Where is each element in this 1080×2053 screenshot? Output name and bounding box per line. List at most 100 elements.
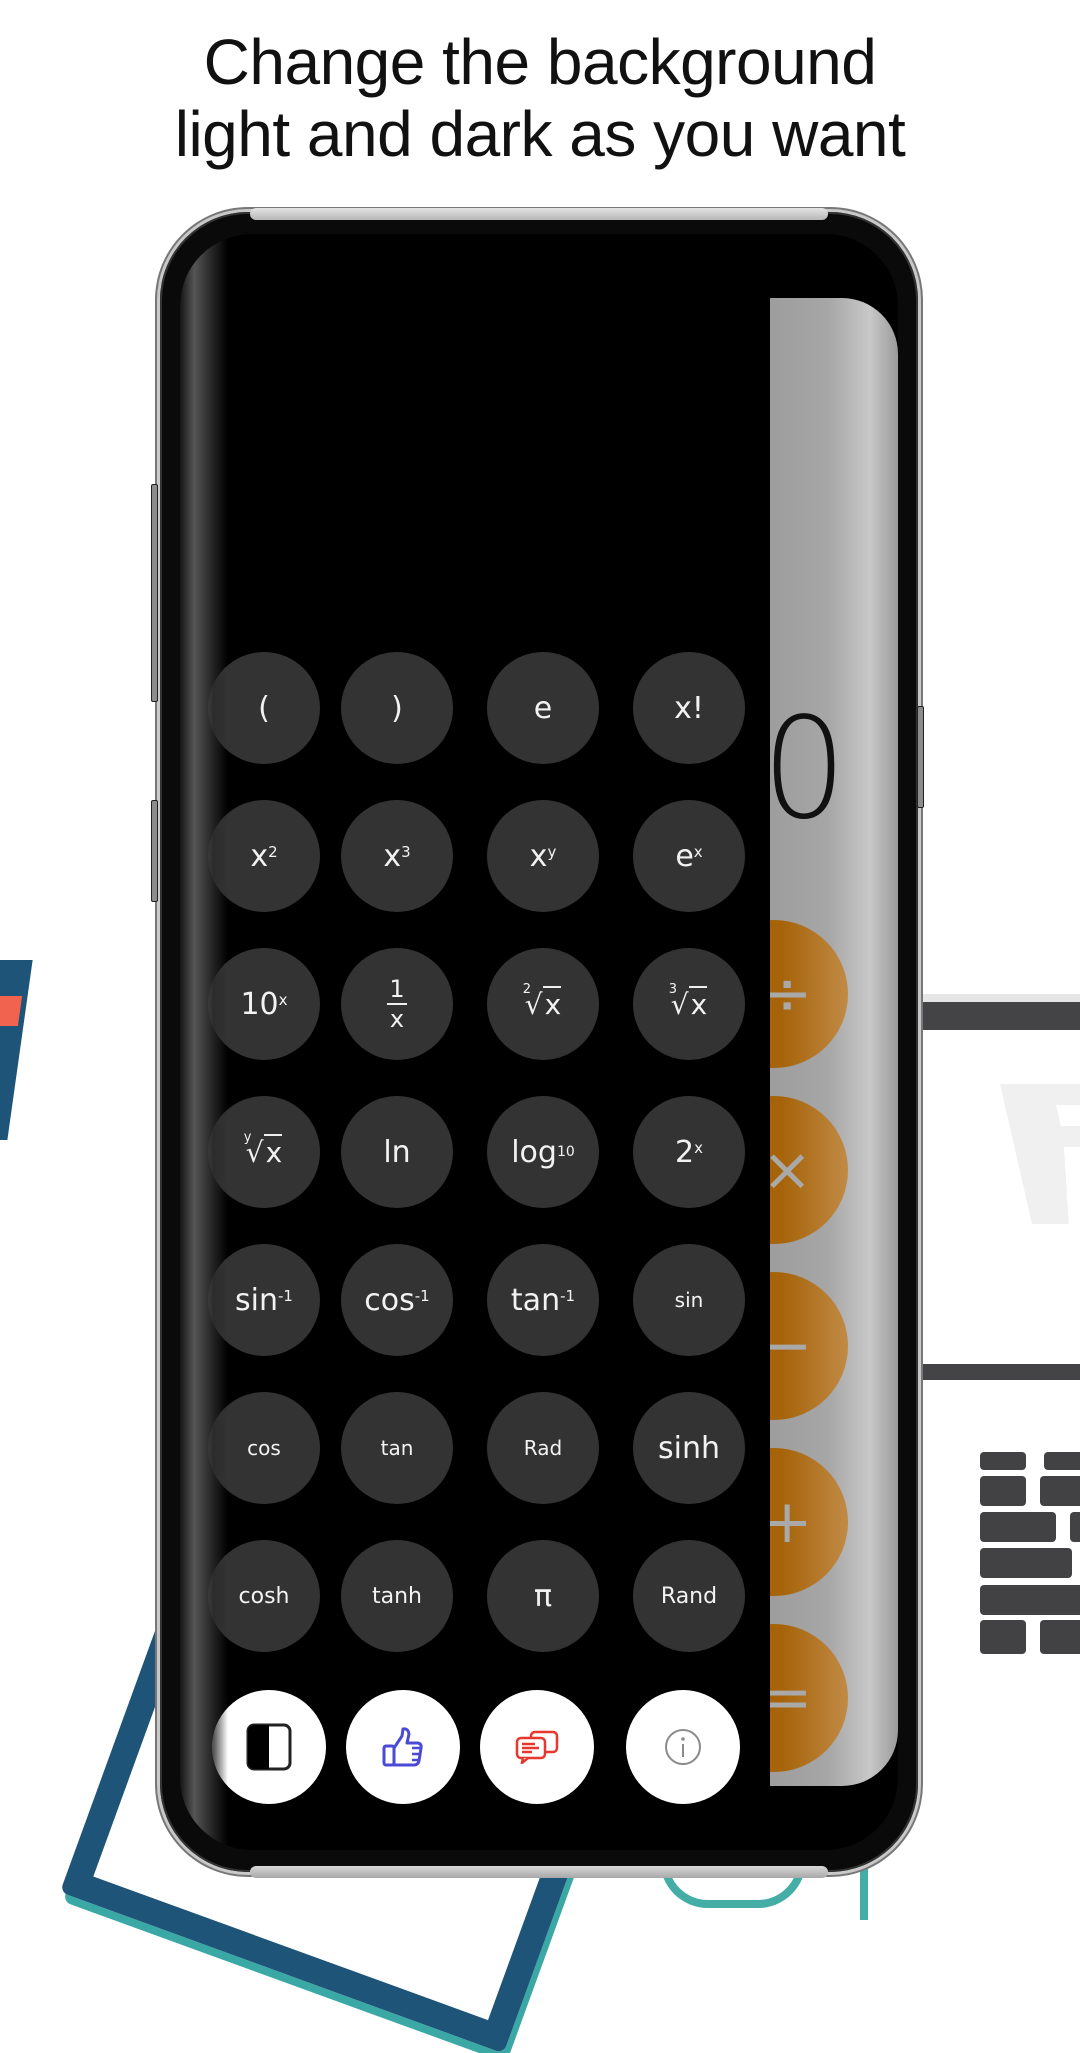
- key-label: Rand: [660, 1583, 718, 1609]
- key-subscript: 10: [556, 1144, 575, 1160]
- open-paren-button[interactable]: (: [208, 652, 320, 764]
- feedback-button[interactable]: [480, 1690, 594, 1804]
- key-superscript: -1: [278, 1287, 293, 1305]
- ln-button[interactable]: ln: [341, 1096, 453, 1208]
- calculator-screen: 0 ÷ × − + = ( ) e x! x2 x3 xy ex 10x 1x: [180, 234, 898, 1850]
- x-squared-button[interactable]: x2: [208, 800, 320, 912]
- headline: Change the background light and dark as …: [0, 26, 1080, 170]
- chat-bubbles-icon: [515, 1730, 559, 1764]
- close-paren-button[interactable]: ): [341, 652, 453, 764]
- key-superscript: x: [278, 991, 288, 1009]
- pi-button[interactable]: π: [487, 1540, 599, 1652]
- reciprocal-button[interactable]: 1x: [341, 948, 453, 1060]
- tan-button[interactable]: tan: [341, 1392, 453, 1504]
- key-label: x: [383, 838, 402, 874]
- radicand: x: [263, 1133, 283, 1169]
- two-power-x-button[interactable]: 2x: [633, 1096, 745, 1208]
- headline-line-1: Change the background: [203, 26, 877, 98]
- root-index: 2: [522, 981, 532, 997]
- e-power-x-button[interactable]: ex: [633, 800, 745, 912]
- arccos-button[interactable]: cos -1: [341, 1244, 453, 1356]
- root-symbol: y √x: [243, 1129, 283, 1169]
- minus-icon: −: [770, 1311, 813, 1381]
- root-index: y: [243, 1129, 252, 1145]
- key-label: Rad: [523, 1436, 563, 1460]
- divide-button[interactable]: ÷: [770, 920, 848, 1068]
- arcsin-button[interactable]: sin -1: [208, 1244, 320, 1356]
- volume-button: [151, 484, 158, 702]
- key-label: ): [391, 690, 403, 726]
- e-button[interactable]: e: [487, 652, 599, 764]
- key-label: x: [250, 838, 269, 874]
- decorative-monitor: [920, 994, 1080, 1400]
- key-label: π: [533, 1578, 553, 1614]
- key-superscript: x: [694, 1139, 703, 1157]
- key-superscript: -1: [560, 1287, 576, 1305]
- rand-button[interactable]: Rand: [633, 1540, 745, 1652]
- key-label: x: [529, 838, 548, 874]
- thumbs-up-icon: [382, 1727, 423, 1767]
- key-superscript: y: [547, 843, 557, 861]
- add-button[interactable]: +: [770, 1448, 848, 1596]
- key-label: sin: [235, 1282, 278, 1318]
- root-index: 3: [668, 981, 678, 997]
- key-superscript: 3: [401, 843, 411, 861]
- denominator: x: [389, 1005, 405, 1033]
- key-label: sin: [674, 1288, 704, 1312]
- decorative-card: [0, 960, 33, 1140]
- info-button[interactable]: [626, 1690, 740, 1804]
- light-theme-panel: 0 ÷ × − + =: [770, 298, 898, 1786]
- cosh-button[interactable]: cosh: [208, 1540, 320, 1652]
- multiply-button[interactable]: ×: [770, 1096, 848, 1244]
- x-cubed-button[interactable]: x3: [341, 800, 453, 912]
- key-label: cos: [247, 1436, 281, 1460]
- subtract-button[interactable]: −: [770, 1272, 848, 1420]
- key-label: sinh: [658, 1430, 720, 1466]
- key-label: (: [258, 690, 270, 726]
- radicand: x: [688, 985, 708, 1021]
- key-superscript: -1: [414, 1287, 430, 1305]
- key-superscript: x: [693, 843, 703, 861]
- equals-icon: =: [770, 1663, 813, 1733]
- key-label: tan: [380, 1436, 414, 1460]
- theme-toggle-icon: [246, 1723, 292, 1771]
- multiply-icon: ×: [770, 1135, 813, 1205]
- rate-button[interactable]: [346, 1690, 460, 1804]
- key-label: tanh: [372, 1583, 422, 1609]
- equals-button[interactable]: =: [770, 1624, 848, 1772]
- bixby-button: [151, 800, 158, 902]
- ten-power-x-button[interactable]: 10 x: [208, 948, 320, 1060]
- radicand: x: [542, 985, 562, 1021]
- decorative-teal-line: [860, 1860, 868, 1920]
- tanh-button[interactable]: tanh: [341, 1540, 453, 1652]
- key-label: cosh: [238, 1583, 290, 1609]
- key-label: cos: [364, 1282, 415, 1318]
- sin-button[interactable]: sin: [633, 1244, 745, 1356]
- log10-button[interactable]: log 10: [487, 1096, 599, 1208]
- key-label: 2: [675, 1134, 695, 1170]
- square-root-button[interactable]: 2 √x: [487, 948, 599, 1060]
- key-label: x!: [674, 690, 704, 726]
- key-label: tan: [510, 1282, 561, 1318]
- key-label: e: [533, 690, 553, 726]
- root-symbol: 3 √x: [668, 981, 708, 1021]
- rad-button[interactable]: Rad: [487, 1392, 599, 1504]
- key-label: ln: [383, 1134, 411, 1170]
- phone-frame: 0 ÷ × − + = ( ) e x! x2 x3 xy ex 10x 1x: [151, 208, 924, 1878]
- factorial-button[interactable]: x!: [633, 652, 745, 764]
- theme-toggle-button[interactable]: [212, 1690, 326, 1804]
- key-label: 10: [240, 986, 279, 1022]
- cube-root-button[interactable]: 3 √x: [633, 948, 745, 1060]
- y-root-button[interactable]: y √x: [208, 1096, 320, 1208]
- x-power-y-button[interactable]: xy: [487, 800, 599, 912]
- info-icon: [665, 1729, 701, 1765]
- key-superscript: 2: [268, 843, 278, 861]
- root-symbol: 2 √x: [522, 981, 562, 1021]
- phone-bottom-edge: [250, 1866, 828, 1878]
- key-label: log: [511, 1134, 557, 1170]
- arctan-button[interactable]: tan -1: [487, 1244, 599, 1356]
- cos-button[interactable]: cos: [208, 1392, 320, 1504]
- sinh-button[interactable]: sinh: [633, 1392, 745, 1504]
- phone-top-edge: [250, 208, 828, 220]
- power-button: [917, 706, 924, 808]
